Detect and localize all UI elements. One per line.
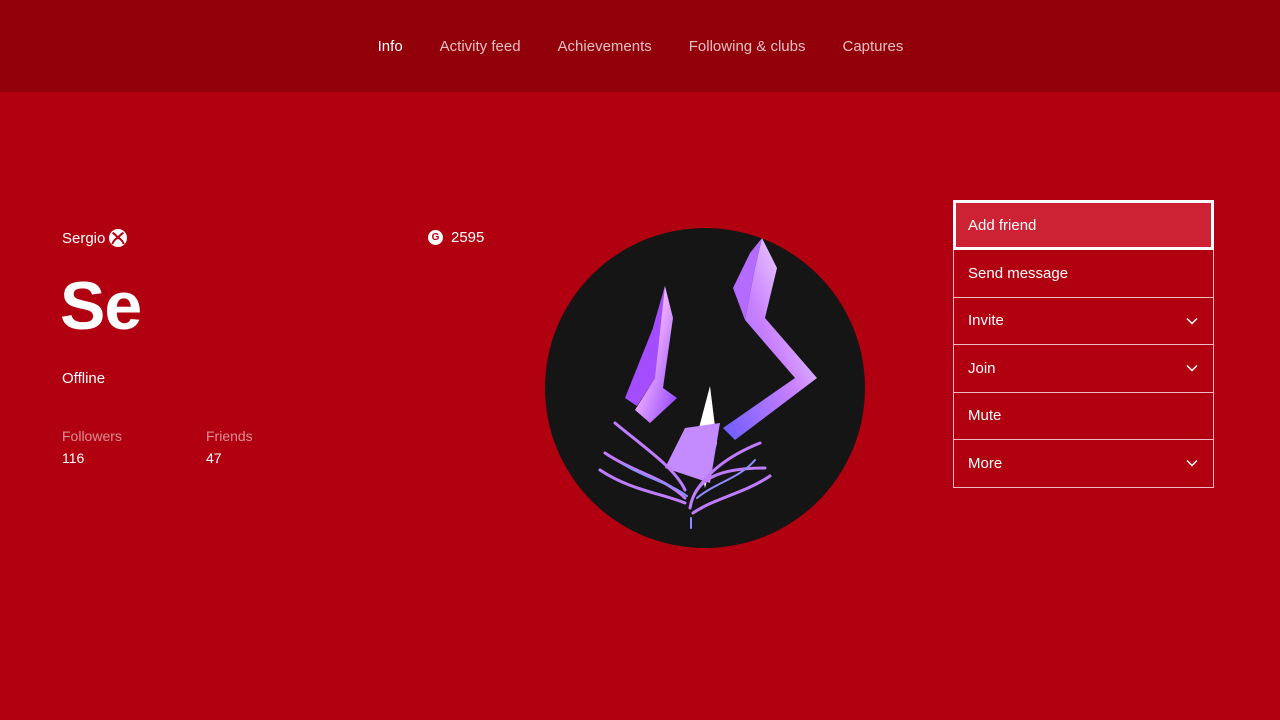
profile-tabs: Info Activity feed Achievements Followin… xyxy=(0,38,1280,55)
followers-count: 116 xyxy=(62,450,85,466)
invite-label: Invite xyxy=(968,312,1004,330)
join-button[interactable]: Join xyxy=(953,345,1214,393)
tab-achievements[interactable]: Achievements xyxy=(557,38,652,55)
friends-count: 47 xyxy=(206,450,222,466)
profile-initials: Se xyxy=(60,268,142,344)
gamerpic-avatar xyxy=(545,228,865,548)
more-button[interactable]: More xyxy=(953,440,1214,488)
friends-stat[interactable]: Friends 47 xyxy=(206,428,253,466)
xbox-logo-icon xyxy=(108,228,128,248)
mute-button[interactable]: Mute xyxy=(953,392,1214,440)
tab-captures[interactable]: Captures xyxy=(841,38,903,55)
send-message-label: Send message xyxy=(968,264,1069,282)
add-friend-button[interactable]: Add friend xyxy=(953,200,1214,250)
presence-status: Offline xyxy=(62,370,106,387)
tab-info[interactable]: Info xyxy=(377,38,403,55)
mute-label: Mute xyxy=(968,407,1002,425)
friends-label: Friends xyxy=(206,428,253,444)
send-message-button[interactable]: Send message xyxy=(953,250,1214,298)
chevron-down-icon xyxy=(1186,460,1198,467)
tab-activity-feed[interactable]: Activity feed xyxy=(439,38,521,55)
profile-actions-menu: Add friend Send message Invite Join Mute… xyxy=(953,200,1214,488)
followers-label: Followers xyxy=(62,428,122,444)
add-friend-label: Add friend xyxy=(968,216,1037,234)
gamerscore-icon: G xyxy=(428,230,443,245)
join-label: Join xyxy=(968,359,996,377)
invite-button[interactable]: Invite xyxy=(953,297,1214,345)
gamertag-row: Sergio xyxy=(62,228,128,248)
tab-following-clubs[interactable]: Following & clubs xyxy=(688,38,806,55)
gamerscore-value: 2595 xyxy=(451,229,485,246)
chevron-down-icon xyxy=(1186,365,1198,372)
chevron-down-icon xyxy=(1186,317,1198,325)
gamertag: Sergio xyxy=(62,229,106,247)
gamerscore: G 2595 xyxy=(428,229,484,246)
gamerpic-artwork xyxy=(598,238,817,529)
more-label: More xyxy=(968,454,1003,472)
followers-stat[interactable]: Followers 116 xyxy=(62,428,122,466)
